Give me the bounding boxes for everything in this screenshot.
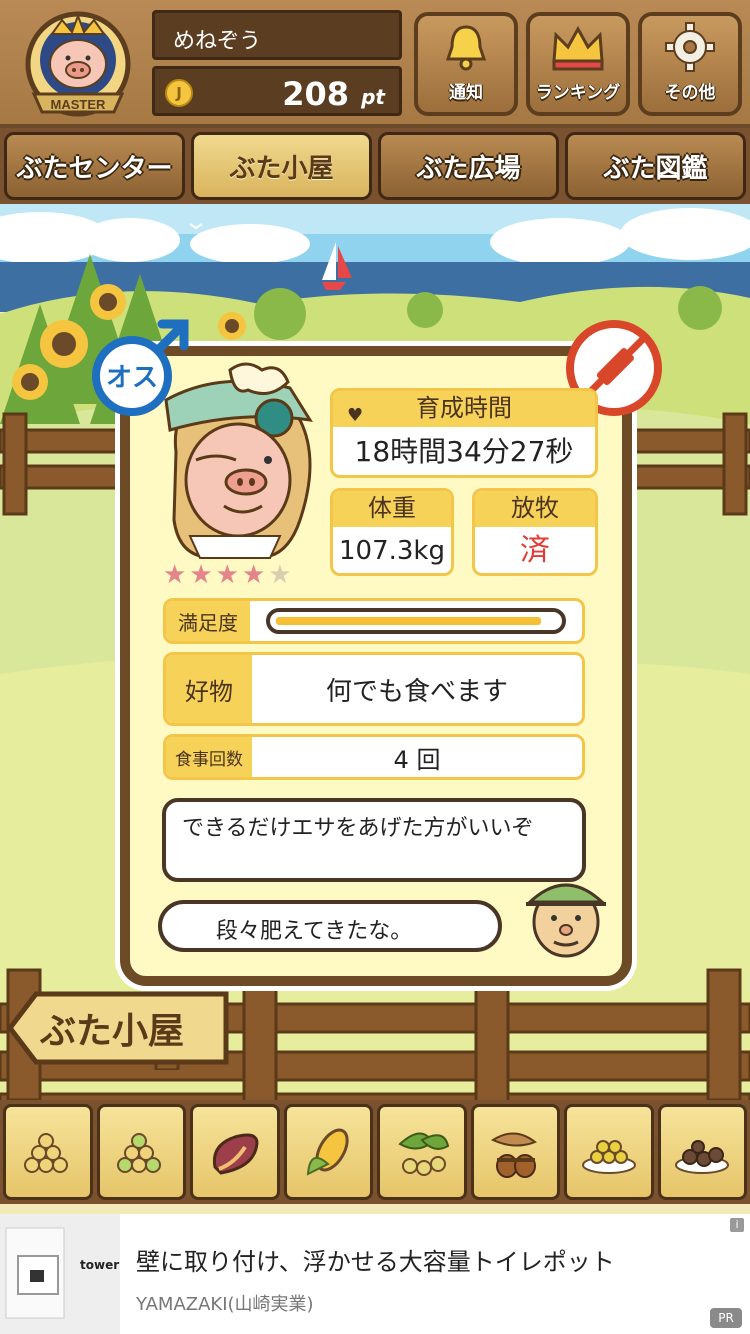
bell-icon [445,25,487,71]
master-badge-icon[interactable]: MASTER [16,8,140,120]
acorn-icon [491,1132,538,1178]
notification-button[interactable]: 通知 [414,12,518,116]
ad-image[interactable]: tower [0,1214,120,1334]
feed-meatball-plate-button[interactable] [657,1104,747,1200]
meatball-plate-icon [675,1140,730,1174]
ad-title[interactable]: 壁に取り付け、浮かせる大容量トイレポット [136,1242,615,1277]
feed-grain-plate-button[interactable] [564,1104,654,1200]
star-icon: ★ [268,560,292,590]
pig-portrait[interactable] [150,360,320,565]
ad-brand: tower [80,1258,120,1272]
place-sign-label: ぶた小屋 [40,1011,185,1052]
comment-speech-bubble: 段々肥えてきたな。 [158,900,502,952]
ad-advertiser: YAMAZAKI(山崎実業) [136,1294,314,1315]
rating-stars: ★ ★ ★ ★ ★ [163,562,292,588]
settings-button[interactable]: その他 [638,12,742,116]
svg-text:MASTER: MASTER [51,97,107,112]
satisfaction-row: 満足度 [163,598,585,644]
grain-feed-icon [23,1133,68,1173]
user-panel: めねぞう J 208 pt [152,10,402,118]
tab-buta-zukan[interactable]: ぶた図鑑 [565,132,746,200]
soybean-icon [398,1132,449,1176]
feed-acorn-button[interactable] [470,1104,560,1200]
points-value: 208 [282,75,349,113]
weight-box: 体重 107.3kg [330,488,454,576]
meal-count-value: 4 回 [393,745,441,774]
ranking-label: ランキング [535,83,621,103]
feed-corn-button[interactable] [283,1104,373,1200]
meal-count-row: 食事回数 4 回 [163,734,585,780]
satisfaction-bar [266,608,566,634]
satisfaction-bar-fill [276,617,542,625]
crown-icon [552,25,604,71]
star-icon: ★ [189,560,213,590]
farmer-avatar [526,883,606,958]
favorite-food-row: 好物 何でも食べます [163,652,585,726]
growth-time-box: ♥ 育成時間 18時間34分27秒 [330,388,598,478]
tab-buta-hiroba[interactable]: ぶた広場 [378,132,559,200]
grain-plate-icon [581,1140,636,1174]
settings-label: その他 [664,83,716,103]
grazing-value: 済 [520,533,550,568]
coin-icon: J [165,79,193,107]
mixed-grain-icon [117,1133,162,1173]
favorite-value: 何でも食べます [325,676,508,707]
username-label: めねぞう [152,10,402,60]
grazing-label: 放牧 [475,491,595,527]
feed-grain-button[interactable] [3,1104,93,1200]
main-tabs: ぶたセンター ぶた小屋 ぶた広場 ぶた図鑑 [0,128,750,204]
points-unit: pt [361,85,385,109]
toilet-pot-image [0,1214,120,1334]
corn-icon [307,1128,349,1176]
tab-buta-center[interactable]: ぶたセンター [4,132,185,200]
weight-label: 体重 [333,491,451,527]
notification-label: 通知 [449,83,483,103]
top-header: MASTER めねぞう J 208 pt 通知 ランキング その他 [0,0,750,128]
feed-sweet-potato-button[interactable] [190,1104,280,1200]
feed-bar [0,1100,750,1204]
growth-time-label: 育成時間 [416,394,512,422]
satisfaction-label: 満足度 [166,601,250,641]
ad-info-icon[interactable]: i [730,1218,744,1232]
sweet-potato-icon [212,1133,259,1175]
favorite-label: 好物 [166,655,252,723]
weight-value: 107.3kg [339,536,445,566]
points-box: J 208 pt [152,66,402,116]
ad-pr-badge: PR [710,1308,742,1328]
meal-count-label: 食事回数 [166,737,252,777]
star-icon: ★ [163,560,187,590]
feed-soybean-button[interactable] [377,1104,467,1200]
growth-time-value: 18時間34分27秒 [354,435,574,468]
ad-banner[interactable]: tower 壁に取り付け、浮かせる大容量トイレポット YAMAZAKI(山崎実業… [0,1214,750,1334]
ranking-button[interactable]: ランキング [526,12,630,116]
feed-mixed-grain-button[interactable] [96,1104,186,1200]
heart-icon: ♥ [347,405,364,426]
grazing-box: 放牧 済 [472,488,598,576]
star-icon: ★ [241,560,266,590]
tab-buta-goya[interactable]: ぶた小屋 [191,132,372,200]
star-icon: ★ [215,560,239,590]
gear-icon [665,22,715,72]
